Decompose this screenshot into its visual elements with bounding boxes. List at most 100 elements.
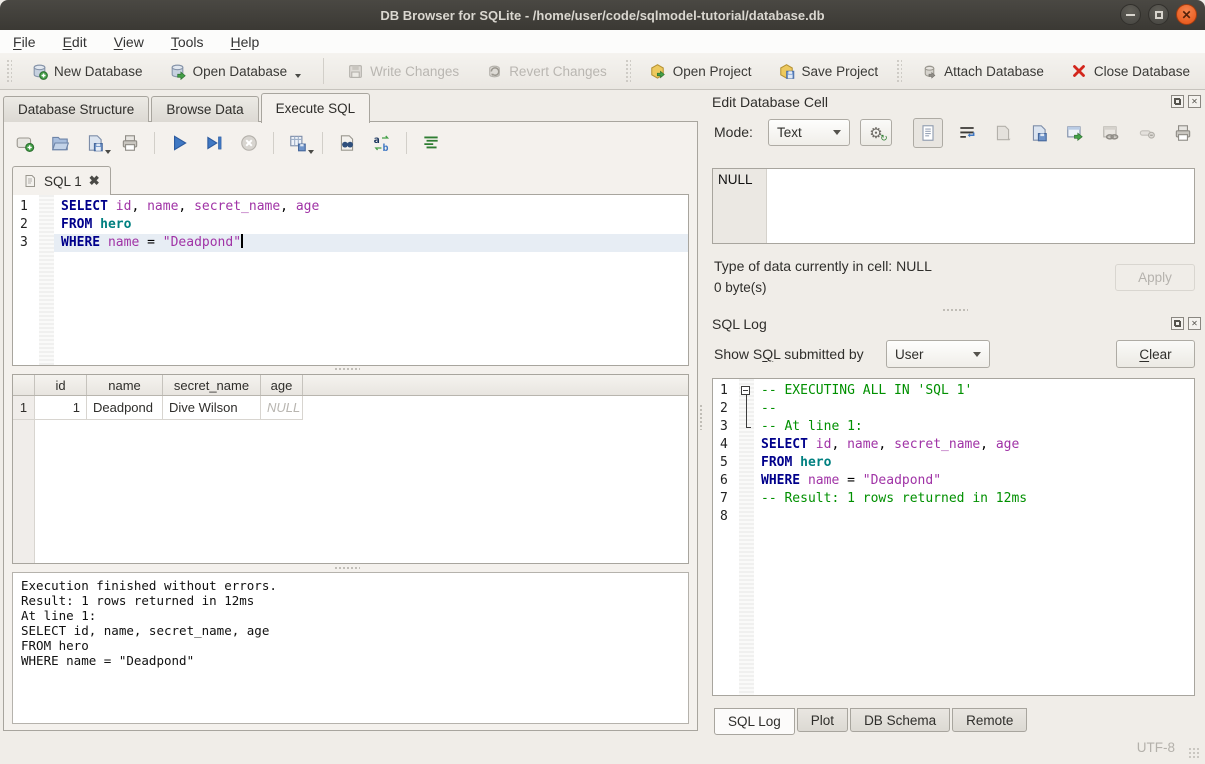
sql-document-tab[interactable]: SQL 1 ✖ [12, 166, 111, 195]
minimize-button[interactable] [1120, 4, 1141, 25]
auto-switch-mode-button[interactable]: ⚙↻ [860, 119, 892, 146]
cell-name[interactable]: Deadpond [87, 396, 163, 420]
open-sql-file-icon[interactable] [49, 132, 71, 154]
resize-grip[interactable] [1188, 747, 1200, 759]
results-corner-cell [13, 375, 35, 395]
link-data-icon [1099, 121, 1123, 145]
window-controls: ✕ [1120, 4, 1197, 25]
open-project-icon [649, 62, 667, 80]
toolbar-separator [154, 132, 155, 154]
editor-results-splitter[interactable] [334, 367, 360, 372]
word-wrap-icon[interactable] [955, 121, 979, 145]
save-results-dropdown-caret [308, 150, 314, 154]
column-header-id[interactable]: id [35, 375, 87, 395]
menu-tools[interactable]: Tools [171, 34, 204, 50]
execute-line-icon[interactable] [203, 132, 225, 154]
sql-editor[interactable]: 1SELECT id, name, secret_name, age2FROM … [12, 194, 689, 366]
export-data-icon[interactable] [1027, 121, 1051, 145]
maximize-icon [1155, 11, 1163, 19]
write-changes-button: Write Changes [338, 58, 467, 84]
close-button[interactable]: ✕ [1176, 4, 1197, 25]
results-message-splitter[interactable] [334, 566, 360, 571]
column-header-secret-name[interactable]: secret_name [163, 375, 261, 395]
close-dock-icon[interactable]: ✕ [1188, 95, 1201, 108]
save-results-icon[interactable] [287, 132, 309, 154]
toolbar-grip[interactable] [625, 59, 631, 83]
row-header[interactable]: 1 [13, 396, 35, 420]
close-dock-icon[interactable]: ✕ [1188, 317, 1201, 330]
float-dock-icon[interactable] [1171, 95, 1184, 108]
cell-id[interactable]: 1 [35, 396, 87, 420]
open-project-button[interactable]: Open Project [641, 58, 760, 84]
window-title: DB Browser for SQLite - /home/user/code/… [380, 8, 824, 23]
execution-message-panel[interactable]: Execution finished without errors. Resul… [12, 572, 689, 724]
tab-database-structure[interactable]: Database Structure [3, 96, 149, 122]
dock-tab-bar: SQL Log Plot DB Schema Remote [714, 708, 1027, 735]
column-header-name[interactable]: name [87, 375, 163, 395]
cell-age[interactable]: NULL [261, 396, 303, 420]
float-dock-icon[interactable] [1171, 317, 1184, 330]
toolbar-separator [406, 132, 407, 154]
toolbar-grip[interactable] [6, 59, 12, 83]
encoding-indicator: UTF-8 [1137, 740, 1175, 755]
close-icon: ✕ [1181, 9, 1191, 21]
menu-help[interactable]: Help [231, 34, 260, 50]
save-sql-file-icon[interactable] [84, 132, 106, 154]
new-sql-tab-icon[interactable] [14, 132, 36, 154]
save-project-button[interactable]: Save Project [770, 58, 887, 84]
revert-changes-button: Revert Changes [477, 58, 615, 84]
cell-secret-name[interactable]: Dive Wilson [163, 396, 261, 420]
execute-all-icon[interactable] [168, 132, 190, 154]
open-database-button[interactable]: Open Database [161, 58, 310, 84]
print-icon[interactable] [119, 132, 141, 154]
save-project-icon [778, 62, 796, 80]
new-database-button[interactable]: New Database [22, 58, 151, 84]
main-vertical-splitter[interactable] [699, 404, 704, 430]
combo-arrow-icon [973, 352, 981, 357]
tab-browse-data[interactable]: Browse Data [151, 96, 258, 122]
toolbar-separator [273, 132, 274, 154]
toolbar-separator [323, 58, 324, 84]
close-sql-tab-icon[interactable]: ✖ [89, 173, 100, 189]
attach-database-button[interactable]: Attach Database [912, 58, 1052, 84]
combo-arrow-icon [833, 130, 841, 135]
edit-cell-title: Edit Database Cell [712, 94, 828, 110]
cell-type-info: Type of data currently in cell: NULL [714, 258, 932, 274]
dock-tab-sql-log[interactable]: SQL Log [714, 708, 795, 735]
format-icon[interactable] [420, 132, 442, 154]
sql-editor-toolbar: ab [14, 130, 442, 156]
cell-value-editor[interactable]: NULL [712, 168, 1195, 244]
main-tab-bar: Database Structure Browse Data Execute S… [3, 92, 372, 122]
sql-editor-code: 1SELECT id, name, secret_name, age2FROM … [13, 195, 688, 252]
mode-label: Mode: [714, 124, 753, 140]
text-mode-icon[interactable] [913, 118, 943, 148]
print-cell-icon[interactable] [1171, 121, 1195, 145]
dock-tab-remote[interactable]: Remote [952, 708, 1027, 732]
clear-log-button[interactable]: Clear [1116, 340, 1195, 368]
results-header-row: id name secret_name age [13, 375, 688, 396]
tab-execute-sql[interactable]: Execute SQL [261, 93, 371, 123]
open-external-icon[interactable] [1063, 121, 1087, 145]
dock-tab-db-schema[interactable]: DB Schema [850, 708, 950, 732]
menu-file[interactable]: File [13, 34, 36, 50]
menu-edit[interactable]: Edit [63, 34, 87, 50]
maximize-button[interactable] [1148, 4, 1169, 25]
menu-view[interactable]: View [114, 34, 144, 50]
svg-text:a: a [374, 135, 380, 146]
log-filter-combobox[interactable]: User [886, 340, 990, 368]
results-table[interactable]: id name secret_name age 1 1 Deadpond Div… [12, 374, 689, 564]
execute-sql-panel: ab SQL 1 ✖ 1SELECT id, name, secret_name… [3, 121, 698, 731]
find-icon[interactable] [336, 132, 358, 154]
dock-tab-plot[interactable]: Plot [797, 708, 848, 732]
column-header-age[interactable]: age [261, 375, 303, 395]
sql-log-dock-buttons: ✕ [1171, 317, 1201, 330]
sql-log-view[interactable]: 1-- EXECUTING ALL IN 'SQL 1'2--3-- At li… [712, 378, 1195, 696]
replace-icon[interactable]: ab [371, 132, 393, 154]
titlebar: DB Browser for SQLite - /home/user/code/… [0, 0, 1205, 30]
close-database-button[interactable]: Close Database [1062, 58, 1198, 84]
toolbar-grip[interactable] [896, 59, 902, 83]
import-data-icon [991, 121, 1015, 145]
mode-combobox[interactable]: Text [768, 119, 850, 146]
open-database-icon [169, 62, 187, 80]
dock-splitter[interactable] [942, 308, 968, 313]
